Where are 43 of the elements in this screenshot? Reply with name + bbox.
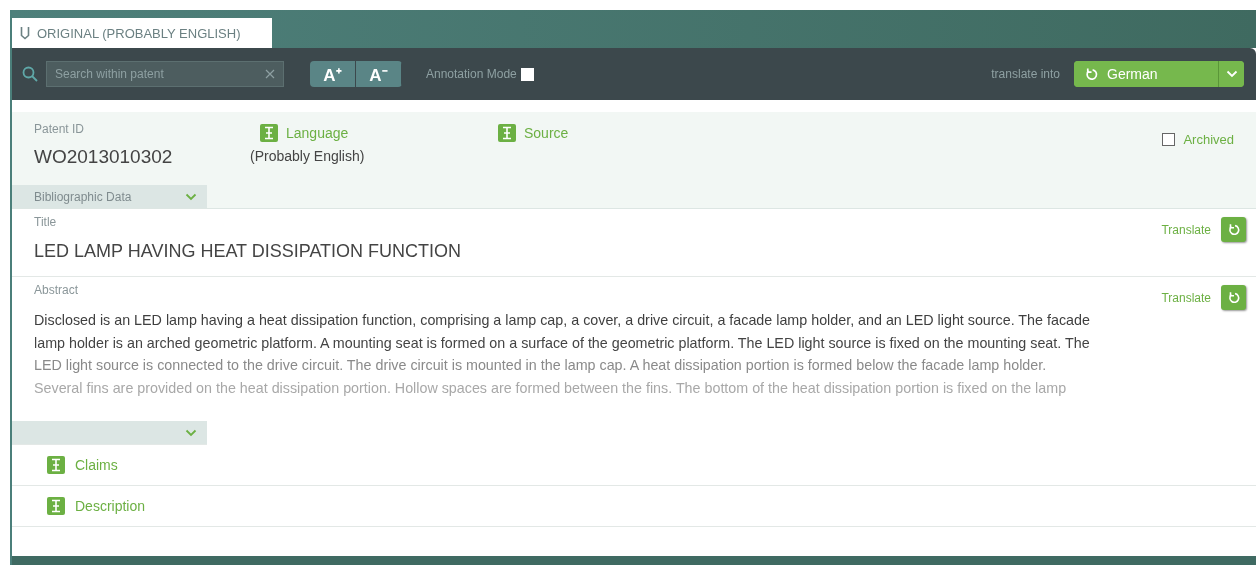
font-size-button[interactable]: A⁺ <box>310 61 356 87</box>
close-icon[interactable] <box>265 69 275 79</box>
font-size-button[interactable]: A⁻ <box>356 61 402 87</box>
language-value: (Probably English) <box>250 148 366 164</box>
field-label: Abstract <box>34 283 79 297</box>
search-icon <box>22 66 38 82</box>
dropdown-button[interactable] <box>1218 61 1244 87</box>
abstract-text: lamp holder is an arched geometric platform. A mounting seat is formed on a surface of the geometric platform. The LED light source is fixed on the mounting seat. The <box>34 333 1091 353</box>
field-label: Patent ID <box>34 122 86 136</box>
section-link[interactable]: Claims <box>75 457 118 473</box>
checkbox[interactable] <box>520 67 534 81</box>
refresh-icon <box>1226 290 1241 305</box>
patent-title: LED LAMP HAVING HEAT DISSIPATION FUNCTION <box>34 241 463 262</box>
search-field[interactable]: Search within patent <box>46 61 284 87</box>
section-tab-label: Bibliographic Data <box>34 189 132 204</box>
chevron-down-icon <box>185 428 197 437</box>
translate-button[interactable] <box>1221 217 1246 242</box>
text-cursor-icon <box>260 124 278 142</box>
translate-button[interactable] <box>1221 285 1246 310</box>
chevron-down-icon <box>185 192 197 201</box>
text-cursor-icon <box>498 124 516 142</box>
language-link[interactable]: Language <box>286 125 349 141</box>
text-cursor-icon <box>47 456 65 474</box>
annotation-mode-label: Annotation Mode <box>426 67 517 81</box>
source-link[interactable]: Source <box>524 125 569 141</box>
shield-icon <box>20 26 30 40</box>
refresh-icon <box>1084 66 1099 82</box>
field-label: Title <box>34 215 58 229</box>
translate-link[interactable]: Translate <box>1161 222 1211 237</box>
section-link[interactable]: Description <box>75 498 146 514</box>
abstract-text: Disclosed is an LED lamp having a heat dissipation function, comprising a lamp cap, a cover, a drive circuit, a facade lamp holder, and an LED light source. The facade <box>34 311 1091 330</box>
tab[interactable]: ORIGINAL (PROBABLY ENGLISH) <box>12 18 272 48</box>
expand-toggle[interactable] <box>12 421 207 445</box>
chevron-down-icon <box>1225 70 1238 78</box>
section-tab[interactable]: Bibliographic Data <box>12 185 207 208</box>
refresh-icon <box>1226 222 1241 237</box>
archived-label: Archived <box>1183 131 1234 147</box>
checkbox[interactable] <box>1162 132 1176 146</box>
abstract-text: Several fins are provided on the heat dissipation portion. Hollow spaces are formed between the fins. The bottom of the heat dissipation portion is fixed on the lamp <box>34 378 1068 398</box>
text-cursor-icon <box>47 497 65 515</box>
abstract-text: LED light source is connected to the drive circuit. The drive circuit is mounted in the lamp cap. A heat dissipation portion is formed below the facade lamp holder. <box>34 356 1048 376</box>
translate-link[interactable]: Translate <box>1161 290 1211 305</box>
translate-into-label: translate into <box>991 67 1060 81</box>
